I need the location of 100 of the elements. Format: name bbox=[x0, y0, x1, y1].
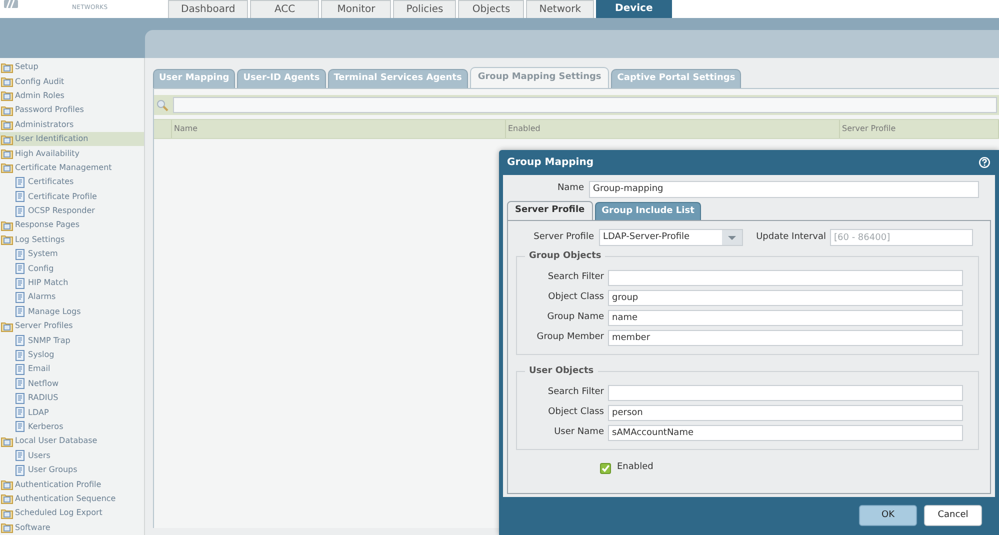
page-icon bbox=[14, 306, 26, 318]
column-header[interactable]: Enabled bbox=[508, 123, 540, 135]
sidebar-item[interactable]: Password Profiles bbox=[0, 103, 144, 118]
folder-icon bbox=[1, 62, 13, 73]
page-icon bbox=[14, 421, 26, 432]
sidebar-item[interactable]: Server Profiles bbox=[0, 319, 144, 334]
input-field[interactable] bbox=[608, 385, 963, 401]
tab[interactable]: Terminal Services Agents bbox=[328, 69, 468, 88]
tab[interactable]: Group Mapping Settings bbox=[470, 67, 610, 88]
ok-button[interactable]: OK bbox=[859, 505, 917, 526]
folder-icon bbox=[1, 234, 13, 246]
main-tab[interactable]: Policies bbox=[393, 0, 456, 18]
main-tab[interactable]: Objects bbox=[458, 0, 524, 18]
page-icon bbox=[14, 191, 26, 202]
folder-icon bbox=[1, 508, 13, 519]
folder-icon bbox=[1, 220, 13, 231]
input-field[interactable] bbox=[608, 270, 963, 286]
sidebar-item[interactable]: Syslog bbox=[0, 348, 144, 362]
enabled-checkbox[interactable] bbox=[600, 462, 611, 474]
sidebar-item[interactable]: User Identification bbox=[0, 132, 144, 146]
page-icon bbox=[14, 464, 26, 476]
help-icon[interactable] bbox=[978, 156, 991, 169]
sidebar-item[interactable]: Certificate Profile bbox=[0, 190, 144, 204]
folder-icon bbox=[1, 104, 13, 116]
caret-icon bbox=[722, 230, 742, 245]
sidebar-item[interactable]: Manage Logs bbox=[0, 304, 144, 320]
sidebar-item[interactable]: SNMP Trap bbox=[0, 333, 144, 348]
field-label: Search Filter bbox=[546, 271, 605, 284]
sidebar-item[interactable]: Certificate Management bbox=[0, 160, 144, 176]
sidebar-item[interactable]: Authentication Sequence bbox=[0, 492, 144, 506]
sidebar-item[interactable]: Log Settings bbox=[0, 232, 144, 248]
folder-icon bbox=[1, 76, 13, 88]
field-label: Group Name bbox=[546, 311, 605, 324]
field-label: Object Class bbox=[547, 291, 605, 304]
input-field[interactable]: member bbox=[608, 330, 963, 346]
main-tab[interactable]: Device bbox=[596, 0, 672, 18]
sidebar-item[interactable]: Users bbox=[0, 448, 144, 463]
update-interval-field[interactable]: [60 - 86400] bbox=[830, 229, 973, 246]
sidebar-item[interactable]: Setup bbox=[0, 60, 144, 74]
sidebar-item[interactable]: System bbox=[0, 247, 144, 262]
mapping-name-field[interactable]: Group-mapping bbox=[589, 180, 979, 198]
tab[interactable]: Server Profile bbox=[507, 201, 593, 220]
sidebar-item[interactable]: High Availability bbox=[0, 146, 144, 161]
page-icon bbox=[14, 278, 26, 289]
search-field[interactable] bbox=[173, 97, 997, 113]
page-icon bbox=[14, 392, 26, 404]
sidebar-item[interactable]: Software bbox=[0, 520, 144, 535]
folder-icon bbox=[1, 479, 13, 490]
sidebar-item[interactable]: Local User Database bbox=[0, 434, 144, 449]
server-profile-dropdown[interactable]: LDAP-Server-Profile bbox=[599, 229, 743, 246]
field-label: Search Filter bbox=[546, 386, 605, 400]
sidebar-item[interactable]: Certificates bbox=[0, 175, 144, 190]
tab[interactable]: Group Include List bbox=[594, 202, 702, 220]
search-icon bbox=[156, 98, 169, 112]
sidebar-item[interactable]: Scheduled Log Export bbox=[0, 506, 144, 520]
folder-icon bbox=[1, 493, 13, 504]
sidebar-item[interactable]: HIP Match bbox=[0, 276, 144, 290]
field-label: Object Class bbox=[547, 406, 605, 420]
sidebar-item[interactable]: Administrators bbox=[0, 118, 144, 132]
tab[interactable]: User-ID Agents bbox=[237, 69, 326, 88]
main-tab[interactable]: ACC bbox=[250, 0, 320, 18]
input-field[interactable]: group bbox=[608, 290, 963, 306]
sidebar-item[interactable]: LDAP bbox=[0, 405, 144, 420]
tab[interactable]: User Mapping bbox=[153, 69, 236, 88]
sidebar-item[interactable]: Netflow bbox=[0, 376, 144, 391]
page-icon bbox=[14, 206, 26, 217]
page-icon bbox=[14, 248, 26, 260]
sidebar-item[interactable]: Admin Roles bbox=[0, 88, 144, 104]
page-icon bbox=[14, 335, 26, 346]
input-field[interactable]: person bbox=[608, 405, 963, 421]
main-tab[interactable]: Monitor bbox=[321, 0, 392, 18]
sidebar-item[interactable]: Alarms bbox=[0, 290, 144, 305]
page-icon bbox=[14, 263, 26, 274]
field-label: User Name bbox=[553, 426, 605, 440]
folder-icon bbox=[1, 320, 13, 332]
main-tab[interactable]: Dashboard bbox=[168, 0, 248, 18]
input-field[interactable]: sAMAccountName bbox=[608, 425, 963, 441]
sidebar-item[interactable]: Authentication Profile bbox=[0, 477, 144, 492]
field-label: Group Member bbox=[536, 331, 605, 344]
cancel-button[interactable]: Cancel bbox=[924, 505, 982, 526]
column-header[interactable]: Server Profile bbox=[842, 123, 896, 135]
sidebar-item[interactable]: Response Pages bbox=[0, 218, 144, 233]
input-field[interactable]: name bbox=[608, 310, 963, 326]
folder-icon bbox=[1, 134, 13, 145]
sidebar-item[interactable]: RADIUS bbox=[0, 390, 144, 406]
sidebar-item[interactable]: Config bbox=[0, 261, 144, 276]
checkbox-label: Enabled bbox=[617, 461, 654, 474]
field-label: Name bbox=[556, 182, 585, 196]
page-icon bbox=[14, 176, 26, 188]
sidebar-item[interactable]: Config Audit bbox=[0, 74, 144, 89]
sidebar-item[interactable]: Kerberos bbox=[0, 420, 144, 434]
sidebar-item[interactable]: OCSP Responder bbox=[0, 204, 144, 218]
sidebar-item[interactable]: Email bbox=[0, 362, 144, 377]
sidebar-item[interactable]: User Groups bbox=[0, 462, 144, 478]
folder-icon bbox=[1, 522, 13, 534]
folder-icon bbox=[1, 90, 13, 102]
column-header[interactable]: Name bbox=[174, 123, 198, 135]
page-icon bbox=[14, 292, 26, 303]
tab[interactable]: Captive Portal Settings bbox=[611, 69, 742, 88]
main-tab[interactable]: Network bbox=[526, 0, 594, 18]
